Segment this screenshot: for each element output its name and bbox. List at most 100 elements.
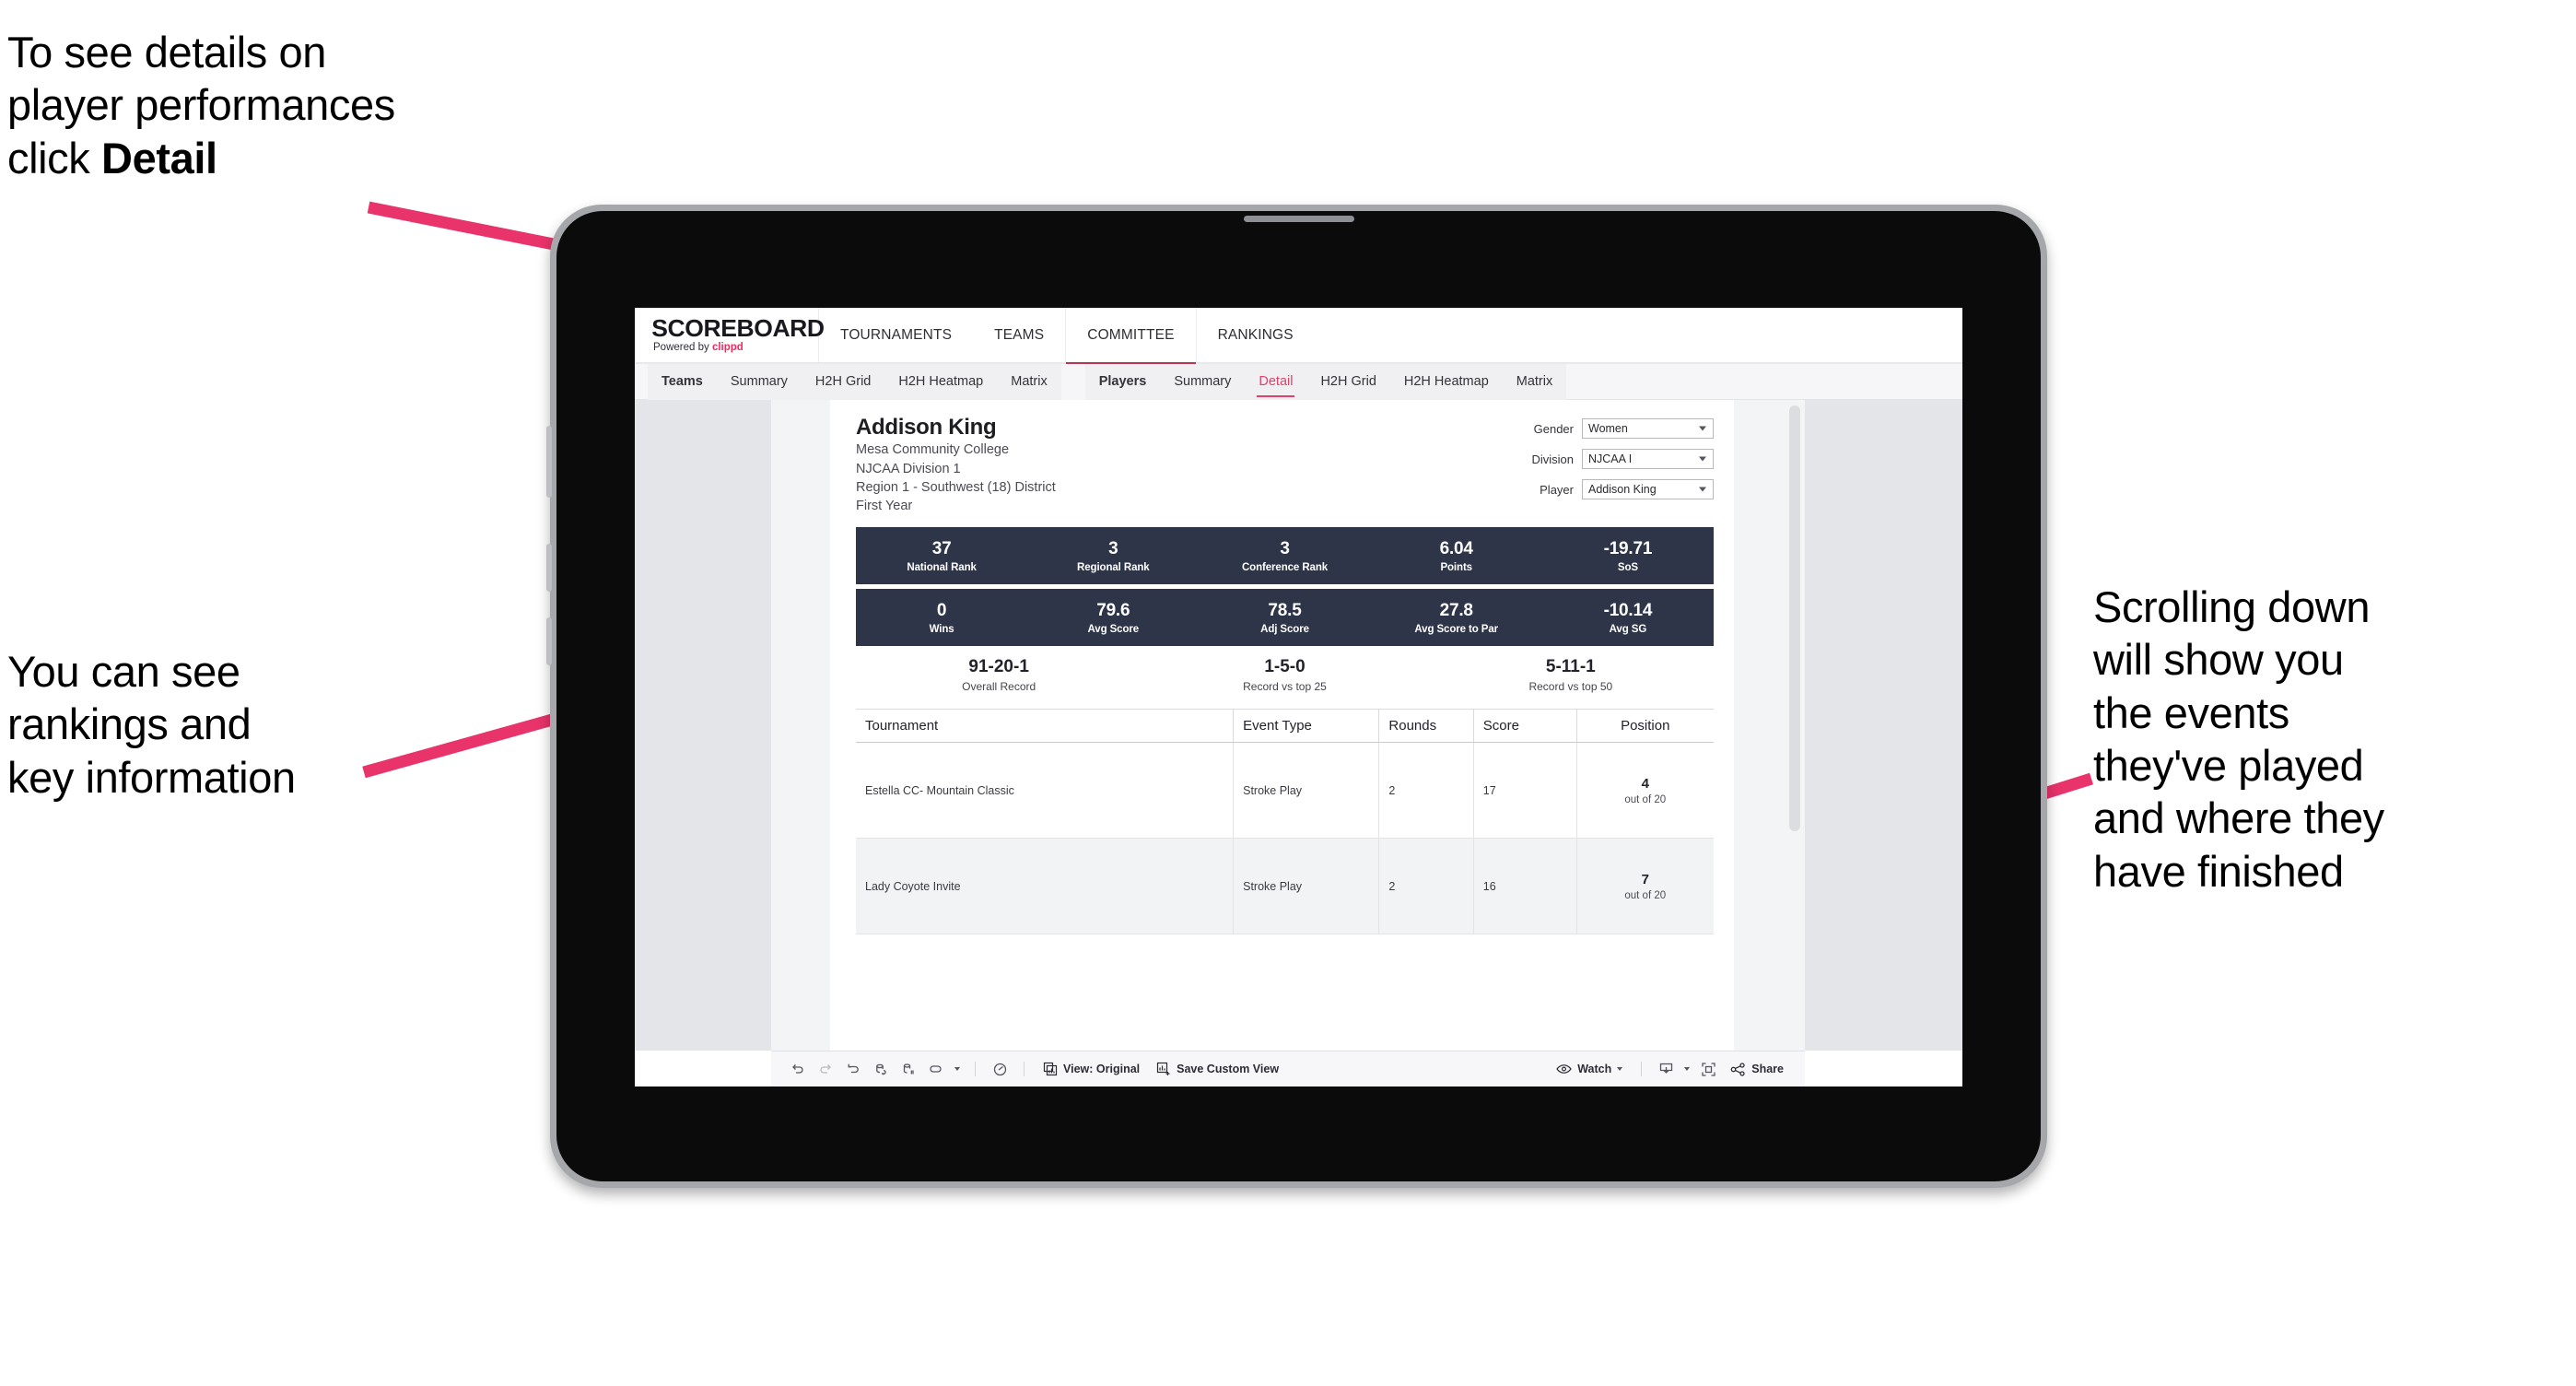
tab-players-h2h-heatmap[interactable]: H2H Heatmap <box>1390 364 1503 400</box>
filter-gender-label: Gender <box>1533 421 1574 436</box>
primary-nav: TOURNAMENTS TEAMS COMMITTEE RANKINGS <box>819 308 1315 364</box>
record-vs-top-50: 5-11-1 Record vs top 50 <box>1428 657 1714 693</box>
viz-right-padding <box>1805 400 1962 1051</box>
teams-tab-group: Teams Summary H2H Grid H2H Heatmap Matri… <box>648 363 1061 400</box>
save-custom-view-button[interactable]: Save Custom View <box>1148 1056 1287 1082</box>
filter-division-value: NJCAA I <box>1588 452 1633 465</box>
col-header-score[interactable]: Score <box>1473 710 1577 744</box>
record-label: Record vs top 50 <box>1528 679 1613 693</box>
watch-button[interactable]: Watch <box>1548 1056 1631 1082</box>
table-row[interactable]: Estella CC- Mountain Classic Stroke Play… <box>856 742 1714 840</box>
fullscreen-icon[interactable] <box>1694 1056 1722 1082</box>
share-icon <box>1730 1062 1745 1076</box>
record-value: 91-20-1 <box>968 657 1029 677</box>
revert-icon[interactable] <box>839 1056 867 1082</box>
position-value: 4 <box>1641 775 1649 792</box>
filter-reset-icon[interactable] <box>922 1056 950 1082</box>
nav-item-committee[interactable]: COMMITTEE <box>1065 308 1196 364</box>
nav-item-teams[interactable]: TEAMS <box>973 308 1065 362</box>
site-header: SCOREBOARD Powered by clippd TOURNAMENTS… <box>635 308 1962 364</box>
tab-players-summary[interactable]: Summary <box>1160 364 1245 400</box>
stat-avg-sg: -10.14 Avg SG <box>1542 601 1714 635</box>
save-view-icon <box>1157 1062 1170 1075</box>
stat-conference-rank: 3 Conference Rank <box>1199 539 1370 573</box>
nav-item-tournaments[interactable]: TOURNAMENTS <box>819 308 973 362</box>
stat-value: 0 <box>936 601 947 621</box>
col-header-tournament[interactable]: Tournament <box>856 710 1235 744</box>
tab-teams-h2h-grid[interactable]: H2H Grid <box>802 364 884 400</box>
tab-teams[interactable]: Teams <box>648 364 717 400</box>
filter-player-select[interactable]: Addison King <box>1582 479 1714 499</box>
col-header-event-type[interactable]: Event Type <box>1233 710 1380 744</box>
cell-rounds: 2 <box>1378 838 1474 935</box>
tab-teams-h2h-heatmap[interactable]: H2H Heatmap <box>884 364 997 400</box>
filter-division-select[interactable]: NJCAA I <box>1582 449 1714 469</box>
tab-teams-matrix[interactable]: Matrix <box>997 364 1060 400</box>
tab-players-matrix[interactable]: Matrix <box>1503 364 1566 400</box>
vertical-scrollbar[interactable] <box>1789 405 1800 831</box>
col-header-position[interactable]: Position <box>1576 710 1714 744</box>
chevron-down-icon[interactable] <box>950 1056 965 1082</box>
stat-value: 27.8 <box>1439 601 1473 621</box>
player-header: Addison King Mesa Community College NJCA… <box>830 415 1734 515</box>
share-button[interactable]: Share <box>1722 1056 1792 1082</box>
filter-division-label: Division <box>1531 452 1574 466</box>
refresh-icon[interactable] <box>867 1056 895 1082</box>
cell-score: 17 <box>1473 742 1577 840</box>
logo-tagline-prefix: Powered by <box>653 342 712 354</box>
stat-avg-score-to-par: 27.8 Avg Score to Par <box>1371 601 1542 635</box>
chevron-down-icon <box>1699 426 1706 431</box>
tournament-results-table: Tournament Event Type Rounds Score Posit… <box>856 709 1714 935</box>
chevron-down-icon[interactable] <box>1680 1056 1694 1082</box>
scoreboard-logo[interactable]: SCOREBOARD Powered by clippd <box>635 308 825 362</box>
tab-group-divider <box>1060 363 1085 400</box>
view-original-button[interactable]: View: Original <box>1035 1056 1148 1082</box>
toolbar-divider <box>1024 1062 1025 1076</box>
record-value: 1-5-0 <box>1264 657 1306 677</box>
stat-label: Wins <box>929 623 954 635</box>
stat-label: Points <box>1440 561 1472 573</box>
annotation-click-detail: To see details on player performances cl… <box>7 26 615 184</box>
cell-position: 7 out of 20 <box>1576 838 1714 935</box>
tab-players-detail[interactable]: Detail <box>1245 364 1306 400</box>
viz-left-padding <box>635 400 771 1051</box>
watch-label: Watch <box>1577 1063 1612 1075</box>
stat-label: National Rank <box>907 561 977 573</box>
show-me-icon[interactable] <box>986 1056 1013 1082</box>
player-school: Mesa Community College <box>856 442 1010 458</box>
table-row[interactable]: Lady Coyote Invite Stroke Play 2 16 7 ou… <box>856 838 1714 935</box>
col-header-rounds[interactable]: Rounds <box>1378 710 1474 744</box>
cell-rounds: 2 <box>1378 742 1474 840</box>
record-label: Overall Record <box>962 679 1036 693</box>
viz-canvas: Addison King Mesa Community College NJCA… <box>635 400 1962 1051</box>
pause-auto-update-icon[interactable] <box>895 1056 922 1082</box>
tab-players[interactable]: Players <box>1085 364 1161 400</box>
player-region: Region 1 - Southwest (18) District <box>856 479 1056 495</box>
stat-label: Avg Score to Par <box>1414 623 1499 635</box>
record-value: 5-11-1 <box>1545 657 1596 677</box>
stats-band-rankings: 37 National Rank 3 Regional Rank 3 Confe… <box>856 527 1714 585</box>
tab-teams-summary[interactable]: Summary <box>717 364 802 400</box>
filter-gender-select[interactable]: Women <box>1582 418 1714 439</box>
stat-sos: -19.71 SoS <box>1542 539 1714 573</box>
filter-panel: Gender Women Division NJCAA I Player Add… <box>1529 415 1714 515</box>
filter-division: Division NJCAA I <box>1529 449 1714 469</box>
toolbar-divider <box>1641 1062 1643 1076</box>
nav-item-rankings[interactable]: RANKINGS <box>1195 308 1315 362</box>
redo-icon[interactable] <box>812 1056 839 1082</box>
cell-event-type: Stroke Play <box>1233 742 1380 840</box>
chevron-down-icon <box>1617 1067 1623 1071</box>
share-label: Share <box>1751 1063 1784 1075</box>
toolbar-divider <box>975 1062 976 1076</box>
undo-icon[interactable] <box>784 1056 812 1082</box>
stat-regional-rank: 3 Regional Rank <box>1027 539 1199 573</box>
tab-players-h2h-grid[interactable]: H2H Grid <box>1306 364 1389 400</box>
records-row: 91-20-1 Overall Record 1-5-0 Record vs t… <box>856 646 1714 703</box>
logo-tagline: Powered by clippd <box>653 343 818 354</box>
stat-label: Regional Rank <box>1077 561 1150 573</box>
chevron-down-icon <box>1699 487 1706 492</box>
player-year: First Year <box>856 499 913 514</box>
stats-band-scoring: 0 Wins 79.6 Avg Score 78.5 Adj Score 27.… <box>856 589 1714 647</box>
logo-wordmark: SCOREBOARD <box>651 314 825 343</box>
download-icon[interactable] <box>1652 1056 1680 1082</box>
